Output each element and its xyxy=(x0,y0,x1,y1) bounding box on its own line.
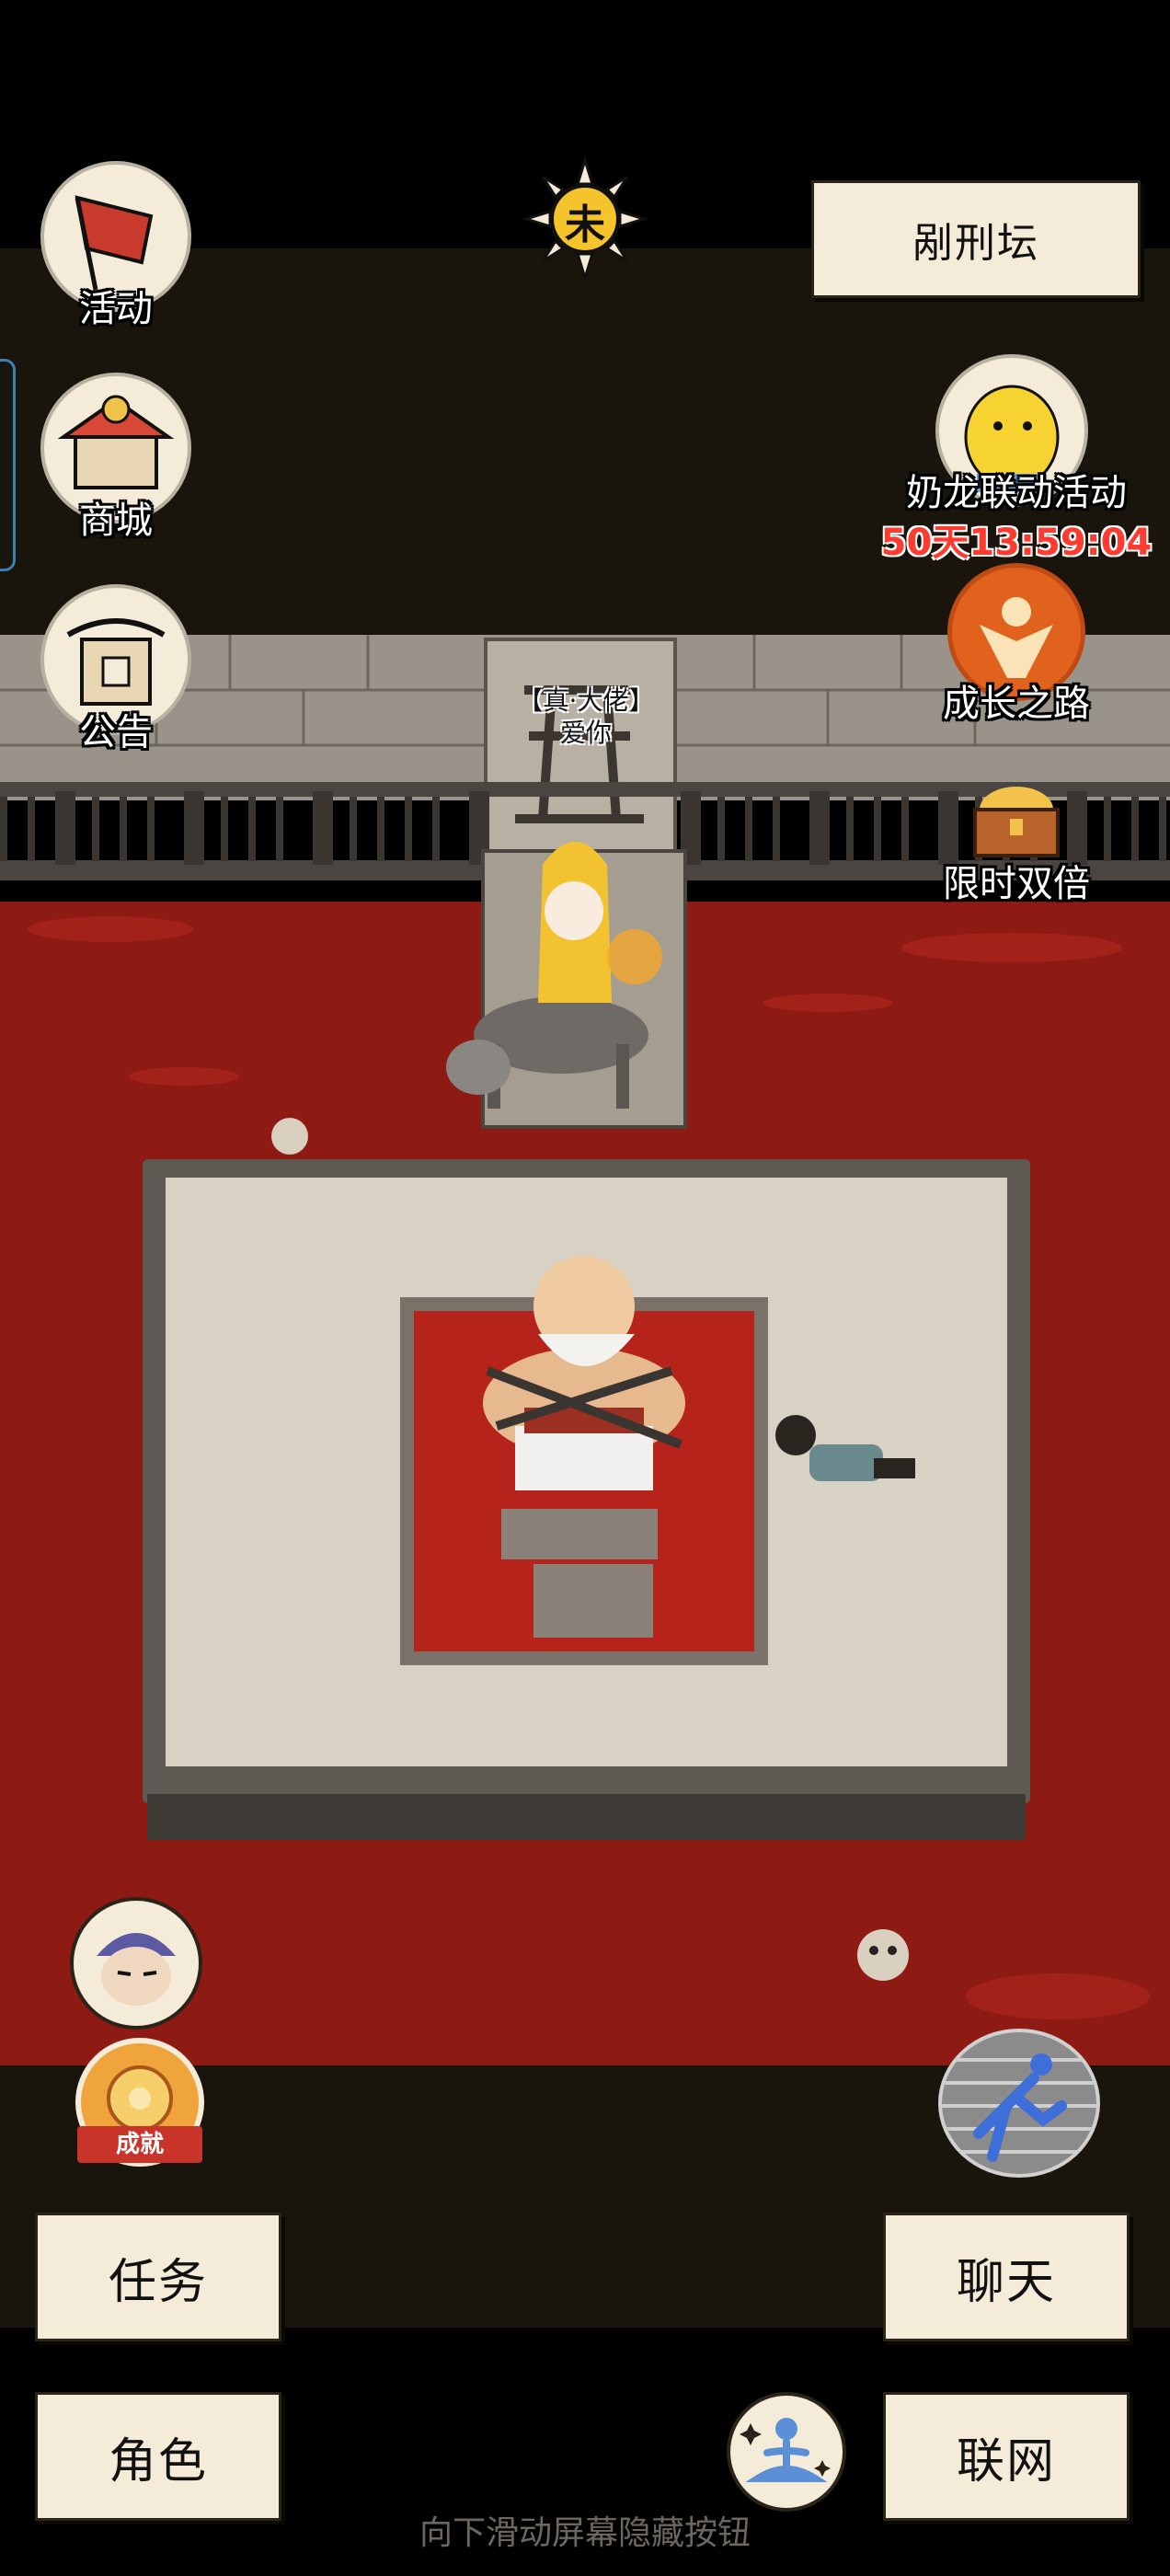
character-button-label: 角色 xyxy=(108,2433,208,2490)
npc-name: 爱你 xyxy=(559,718,612,748)
companion-portrait-button[interactable] xyxy=(70,1897,202,2030)
time-glyph: 未 xyxy=(565,201,605,248)
task-button-label: 任务 xyxy=(108,2254,208,2310)
sprint-button[interactable] xyxy=(938,2029,1100,2178)
meditate-button[interactable] xyxy=(727,2392,846,2512)
location-label: 剐刑坛 xyxy=(912,220,1039,267)
growth-path-button[interactable]: 成长之路 xyxy=(920,563,1113,729)
npc-name-title: 【真·大佬】 xyxy=(517,685,655,716)
growth-path-label: 成长之路 xyxy=(943,683,1090,725)
turban-character-icon xyxy=(97,1933,176,2006)
time-sun-icon[interactable]: 未 xyxy=(521,155,649,283)
swipe-hint: 向下滑动屏幕隐藏按钮 xyxy=(419,2514,751,2552)
treasure-chest-icon xyxy=(957,754,1076,865)
activity-menu-button[interactable]: 活动 xyxy=(40,161,243,340)
side-drawer-handle[interactable] xyxy=(0,359,16,571)
achievement-button[interactable]: 成就 xyxy=(66,2038,213,2176)
collab-event-button[interactable]: 奶龙联动活动 50天13:59:04 xyxy=(878,354,1154,575)
chat-button[interactable]: 聊天 xyxy=(883,2213,1130,2341)
online-button-label: 联网 xyxy=(956,2433,1056,2490)
double-reward-button[interactable]: 限时双倍 xyxy=(920,754,1113,911)
collab-event-timer: 50天13:59:04 xyxy=(880,522,1153,564)
activity-label: 活动 xyxy=(79,288,153,330)
shop-menu-button[interactable]: 商城 xyxy=(40,373,243,552)
running-figure-icon xyxy=(942,2053,1096,2162)
chat-button-label: 聊天 xyxy=(956,2254,1056,2310)
location-banner[interactable]: 剐刑坛 xyxy=(811,180,1141,298)
notice-label: 公告 xyxy=(79,711,153,753)
achievement-ribbon: 成就 xyxy=(77,2126,202,2163)
online-button[interactable]: 联网 xyxy=(883,2392,1130,2521)
task-button[interactable]: 任务 xyxy=(35,2213,281,2341)
collab-event-label: 奶龙联动活动 xyxy=(906,472,1127,514)
notice-menu-button[interactable]: 公告 xyxy=(40,584,243,764)
shop-label: 商城 xyxy=(79,500,153,542)
character-button[interactable]: 角色 xyxy=(35,2392,281,2521)
meditation-icon xyxy=(740,2418,831,2482)
double-reward-label: 限时双倍 xyxy=(943,863,1090,905)
